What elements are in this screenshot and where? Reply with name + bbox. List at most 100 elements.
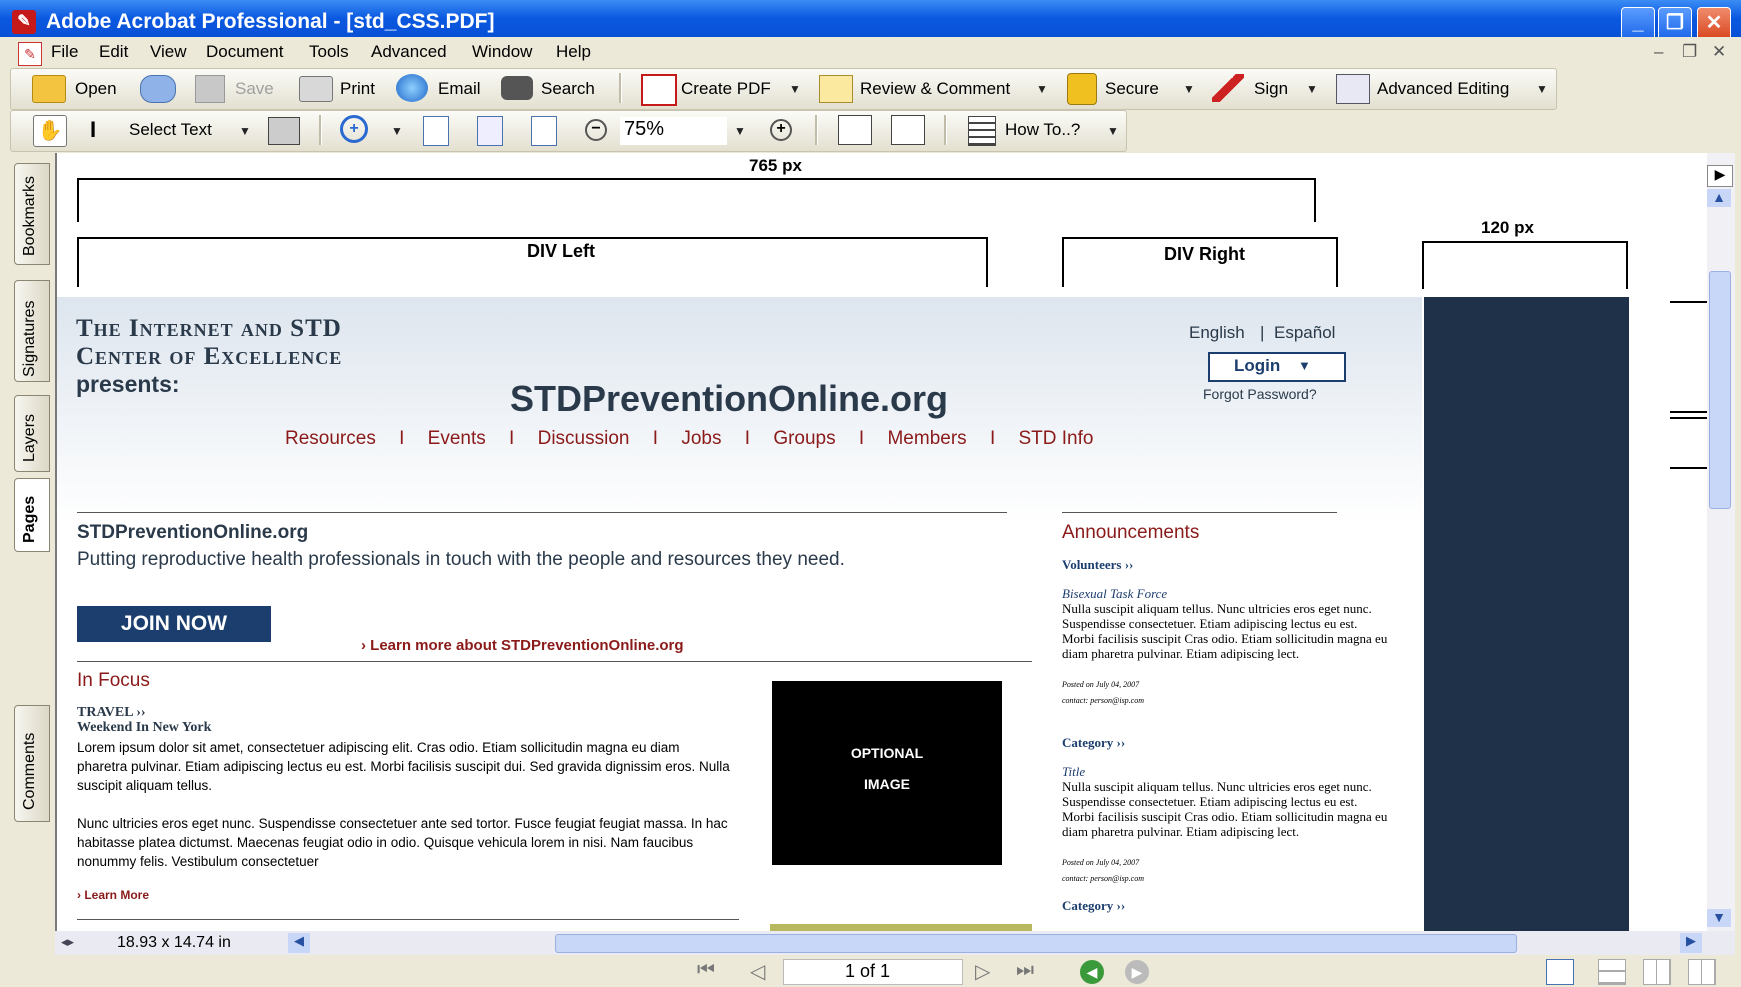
nav-members[interactable]: Members	[887, 428, 966, 449]
bisexual-task-force-link[interactable]: Bisexual Task Force	[1062, 586, 1167, 602]
menu-help[interactable]: Help	[556, 42, 591, 62]
restore-button[interactable]: ❐	[1658, 7, 1692, 41]
login-button[interactable]: Login ▼	[1208, 352, 1346, 382]
tab-pages[interactable]: Pages	[14, 478, 50, 552]
single-page-view-icon[interactable]	[1546, 959, 1574, 985]
print-button[interactable]: Print	[340, 79, 375, 99]
create-pdf-icon[interactable]	[641, 74, 677, 106]
continuous-view-icon[interactable]	[1598, 959, 1626, 985]
scroll-up-icon[interactable]: ▲	[1707, 189, 1731, 207]
create-pdf-dropdown-icon[interactable]: ▼	[789, 82, 801, 96]
vertical-scrollbar[interactable]: ▶ ▲ ▼	[1707, 153, 1735, 931]
advanced-editing-icon[interactable]	[1336, 74, 1370, 104]
zoom-level-field[interactable]: 75%	[624, 118, 664, 141]
menu-document[interactable]: Document	[206, 42, 283, 62]
learn-more-link[interactable]: › Learn More	[77, 888, 149, 902]
menu-window[interactable]: Window	[472, 42, 532, 62]
nav-resources[interactable]: Resources	[285, 428, 376, 449]
nav-std-info[interactable]: STD Info	[1019, 428, 1094, 449]
zoom-out-icon[interactable]: −	[585, 119, 607, 141]
fit-width-icon[interactable]	[531, 116, 557, 146]
advanced-editing-button[interactable]: Advanced Editing	[1377, 79, 1509, 99]
lock-icon[interactable]	[1067, 73, 1097, 105]
select-text-dropdown-icon[interactable]: ▼	[239, 124, 251, 138]
last-page-icon[interactable]: ⏭	[1016, 959, 1034, 982]
email-button[interactable]: Email	[438, 79, 481, 99]
review-dropdown-icon[interactable]: ▼	[1036, 82, 1048, 96]
rotate-counterclockwise-icon[interactable]	[891, 115, 925, 145]
menu-view[interactable]: View	[150, 42, 187, 62]
menu-file[interactable]: File	[51, 42, 78, 62]
lang-espanol-link[interactable]: Español	[1274, 323, 1335, 343]
zoom-dropdown-icon[interactable]: ▼	[391, 124, 403, 138]
horizontal-scrollbar[interactable]: ◂▸ 18.93 x 14.74 in ◀ ▶	[55, 931, 1735, 955]
join-now-button[interactable]: JOIN NOW	[77, 606, 271, 642]
previous-page-icon[interactable]: ◁	[750, 959, 765, 984]
doc-close-button[interactable]: ✕	[1712, 42, 1726, 62]
next-page-icon[interactable]: ▷	[975, 959, 990, 984]
travel-link[interactable]: TRAVEL ››	[77, 705, 146, 721]
scroll-down-icon[interactable]: ▼	[1707, 909, 1731, 927]
continuous-facing-view-icon[interactable]	[1643, 959, 1671, 985]
sign-pen-icon[interactable]	[1212, 74, 1244, 102]
lang-english-link[interactable]: English	[1189, 323, 1245, 343]
tab-bookmarks[interactable]: Bookmarks	[14, 163, 50, 265]
scroll-left-icon[interactable]: ◀	[288, 933, 310, 953]
zoom-level-dropdown-icon[interactable]: ▼	[734, 124, 746, 138]
menu-tools[interactable]: Tools	[309, 42, 349, 62]
save-icon[interactable]	[195, 75, 225, 103]
advanced-editing-dropdown-icon[interactable]: ▼	[1536, 82, 1548, 96]
search-button[interactable]: Search	[541, 79, 595, 99]
open-button[interactable]: Open	[75, 79, 117, 99]
snapshot-icon[interactable]	[268, 117, 300, 145]
print-icon[interactable]	[299, 76, 333, 102]
facing-view-icon[interactable]	[1688, 959, 1716, 985]
volunteers-link[interactable]: Volunteers ››	[1062, 557, 1133, 573]
binoculars-icon[interactable]	[501, 76, 533, 100]
forgot-password-link[interactable]: Forgot Password?	[1203, 386, 1317, 402]
create-pdf-button[interactable]: Create PDF	[681, 79, 771, 99]
scroll-right-icon[interactable]: ▶	[1680, 933, 1702, 953]
previous-view-icon[interactable]: ◀	[1080, 960, 1104, 984]
weekend-title[interactable]: Weekend In New York	[77, 720, 211, 736]
email-icon[interactable]	[396, 74, 428, 102]
title-link[interactable]: Title	[1062, 764, 1085, 780]
how-to-icon[interactable]	[968, 116, 996, 146]
select-text-button[interactable]: Select Text	[129, 120, 212, 140]
hand-tool-icon[interactable]: ✋	[33, 115, 67, 147]
first-page-icon[interactable]: ⏮	[697, 959, 715, 982]
menu-advanced[interactable]: Advanced	[371, 42, 447, 62]
menu-edit[interactable]: Edit	[99, 42, 128, 62]
save-button[interactable]: Save	[235, 79, 274, 99]
sign-dropdown-icon[interactable]: ▼	[1306, 82, 1318, 96]
horizontal-scroll-thumb[interactable]	[555, 934, 1517, 953]
review-comment-button[interactable]: Review & Comment	[860, 79, 1010, 99]
sign-button[interactable]: Sign	[1254, 79, 1288, 99]
secure-button[interactable]: Secure	[1105, 79, 1159, 99]
zoom-plus-icon[interactable]: +	[770, 119, 792, 141]
organizer-icon[interactable]	[140, 75, 176, 103]
secure-dropdown-icon[interactable]: ▼	[1183, 82, 1195, 96]
review-icon[interactable]	[819, 75, 853, 103]
how-to-dropdown-icon[interactable]: ▼	[1107, 124, 1119, 138]
minimize-button[interactable]: _	[1621, 7, 1655, 41]
rotate-clockwise-icon[interactable]	[838, 115, 872, 145]
tab-comments[interactable]: Comments	[14, 705, 50, 822]
doc-restore-button[interactable]: ❐	[1682, 42, 1697, 62]
learn-more-org-link[interactable]: › Learn more about STDPreventionOnline.o…	[361, 637, 684, 654]
close-button[interactable]: ✕	[1697, 7, 1731, 41]
next-view-icon[interactable]: ▶	[1125, 960, 1149, 984]
actual-size-icon[interactable]	[423, 116, 449, 146]
zoom-in-icon[interactable]: +	[340, 115, 368, 143]
nav-discussion[interactable]: Discussion	[538, 428, 630, 449]
doc-minimize-button[interactable]: –	[1654, 42, 1663, 62]
document-icon[interactable]: ✎	[18, 42, 42, 66]
category-link-2[interactable]: Category ››	[1062, 898, 1125, 914]
select-text-icon[interactable]: I	[90, 117, 96, 143]
vertical-scroll-thumb[interactable]	[1709, 271, 1731, 509]
page-number-field[interactable]: 1 of 1	[845, 961, 890, 982]
tab-signatures[interactable]: Signatures	[14, 280, 50, 382]
how-to-button[interactable]: How To..?	[1005, 120, 1080, 140]
nav-groups[interactable]: Groups	[773, 428, 835, 449]
tab-layers[interactable]: Layers	[14, 395, 50, 472]
